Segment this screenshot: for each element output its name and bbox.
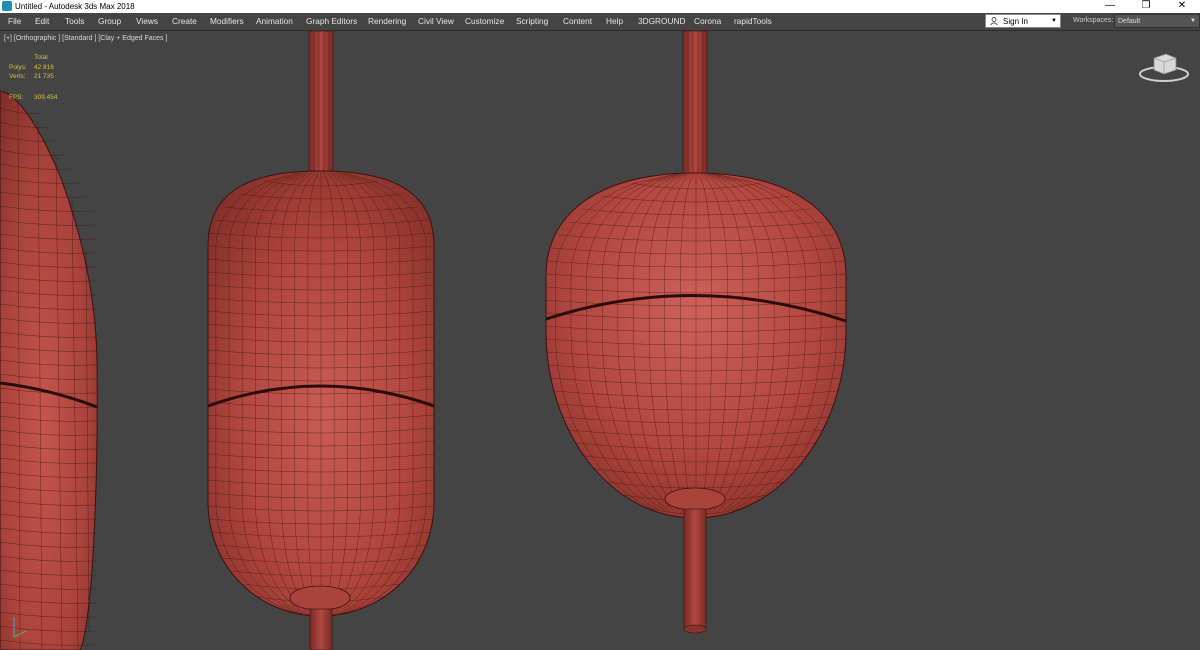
float-middle — [207, 31, 435, 650]
float-left — [0, 90, 98, 650]
sign-in-dropdown[interactable]: Sign In ▼ — [985, 14, 1061, 28]
workspaces-label: Workspaces: — [1073, 17, 1114, 24]
float-right — [545, 31, 847, 634]
menu-group[interactable]: Group — [98, 13, 121, 30]
user-icon — [990, 17, 998, 25]
minimize-icon[interactable]: — — [1092, 0, 1128, 13]
viewport-scene — [0, 31, 847, 650]
menu-edit[interactable]: Edit — [35, 13, 49, 30]
stats-fps-value: 309,454 — [34, 94, 58, 101]
menu-content[interactable]: Content — [563, 13, 592, 30]
menu-corona[interactable]: Corona — [694, 13, 721, 30]
chevron-down-icon: ▼ — [1051, 18, 1057, 24]
viewcube-icon[interactable] — [1136, 46, 1192, 86]
menu-file[interactable]: File — [8, 13, 21, 30]
viewport[interactable]: [+] [Orthographic ] [Standard ] [Clay + … — [0, 31, 1200, 650]
stats-total-label: Total — [34, 54, 48, 61]
menu-rendering[interactable]: Rendering — [368, 13, 406, 30]
3ds-max-icon — [2, 1, 12, 11]
menu-views[interactable]: Views — [136, 13, 158, 30]
menu-customize[interactable]: Customize — [465, 13, 504, 30]
close-icon[interactable]: ✕ — [1164, 0, 1200, 13]
stats-polys-label: Polys: — [9, 64, 27, 71]
title-bar: Untitled - Autodesk 3ds Max 2018 — ❐ ✕ — [0, 0, 1200, 13]
stats-verts-label: Verts: — [9, 73, 26, 80]
stats-verts-value: 21 735 — [34, 73, 54, 80]
menu-tools[interactable]: Tools — [65, 13, 84, 30]
menu-rapidtools[interactable]: rapidTools — [734, 13, 772, 30]
restore-icon[interactable]: ❐ — [1128, 0, 1164, 13]
axis-tripod-icon — [13, 617, 34, 638]
stats-polys-value: 42 816 — [34, 64, 54, 71]
menu-create[interactable]: Create — [172, 13, 197, 30]
menu-animation[interactable]: Animation — [256, 13, 293, 30]
workspaces-select[interactable]: Default ▼ — [1114, 14, 1200, 28]
menu-help[interactable]: Help — [606, 13, 623, 30]
menu-graph-editors[interactable]: Graph Editors — [306, 13, 357, 30]
menu-3dground[interactable]: 3DGROUND — [638, 13, 685, 30]
sign-in-label: Sign In — [1003, 17, 1028, 26]
viewport-label[interactable]: [+] [Orthographic ] [Standard ] [Clay + … — [4, 34, 167, 43]
menu-civil-view[interactable]: Civil View — [418, 13, 454, 30]
menu-modifiers[interactable]: Modifiers — [210, 13, 244, 30]
menu-scripting[interactable]: Scripting — [516, 13, 548, 30]
chevron-down-icon: ▼ — [1190, 18, 1196, 24]
window-title: Untitled - Autodesk 3ds Max 2018 — [15, 2, 135, 11]
workspaces-value: Default — [1118, 18, 1141, 25]
stats-fps-label: FPS: — [9, 94, 24, 101]
